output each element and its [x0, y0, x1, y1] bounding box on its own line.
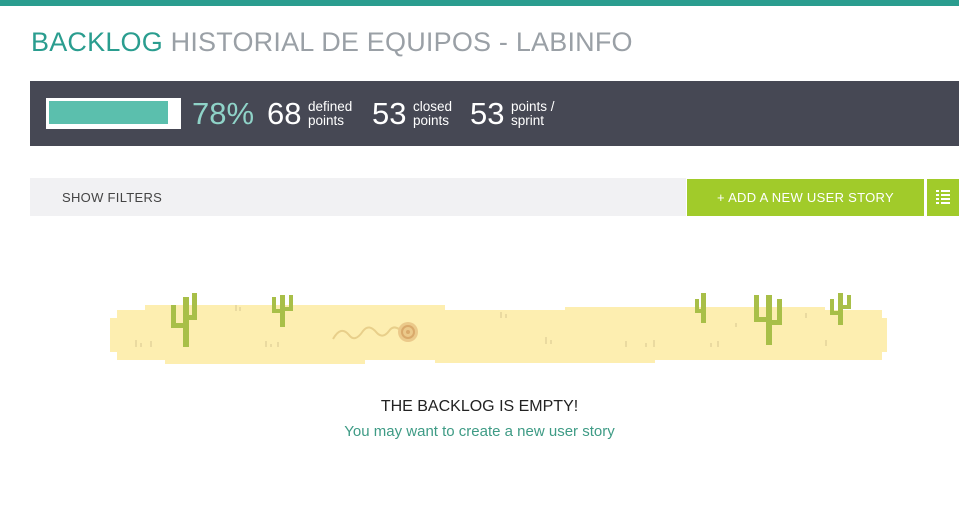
add-user-story-button[interactable]: + ADD A NEW USER STORY	[687, 179, 924, 216]
page-title-section: BACKLOG	[31, 27, 163, 57]
sprint-points-label: points / sprint	[511, 99, 555, 128]
filters-bar: SHOW FILTERS	[30, 178, 686, 216]
empty-desert-illustration	[105, 285, 890, 375]
progress-bar-fill	[49, 101, 168, 124]
empty-backlog-title: THE BACKLOG IS EMPTY!	[380, 398, 579, 415]
page-title-project: HISTORIAL DE EQUIPOS - LABINFO	[170, 27, 633, 57]
sprint-points-value: 53	[470, 96, 505, 131]
closed-points-value: 53	[372, 96, 407, 131]
backlog-summary: 78% 68 defined points 53 closed points 53 …	[30, 81, 959, 146]
list-view-button[interactable]	[927, 179, 959, 216]
list-icon	[936, 190, 950, 204]
closed-points-label: closed points	[413, 99, 453, 128]
progress-percent: 78%	[192, 96, 255, 131]
progress-bar	[46, 98, 181, 129]
defined-points-label: defined points	[308, 99, 353, 128]
page-title: BACKLOG HISTORIAL DE EQUIPOS - LABINFO	[31, 27, 633, 58]
show-filters-button[interactable]: SHOW FILTERS	[62, 190, 162, 205]
tumbleweed-illustration	[398, 322, 418, 342]
create-user-story-link[interactable]: You may want to create a new user story	[0, 423, 959, 440]
defined-points-value: 68	[267, 96, 302, 131]
top-accent-bar	[0, 0, 959, 6]
